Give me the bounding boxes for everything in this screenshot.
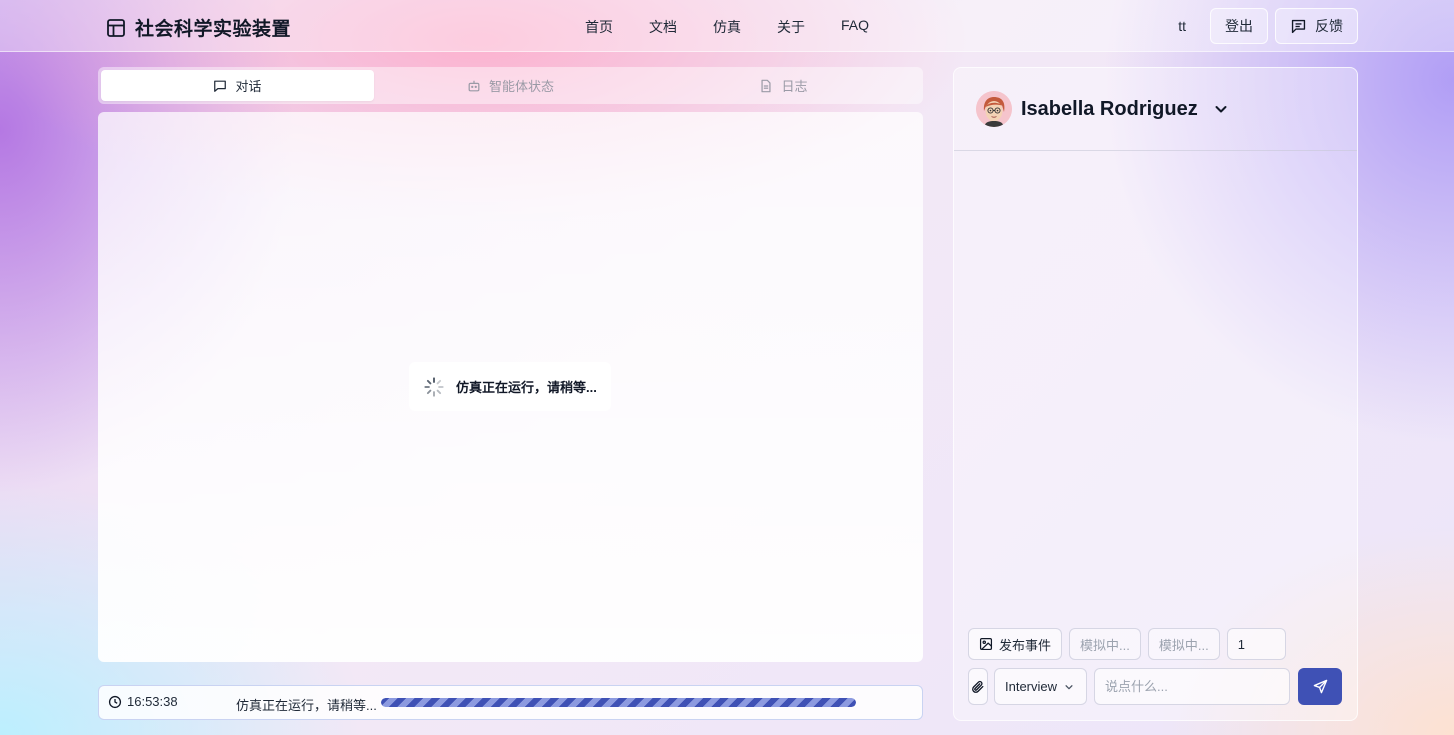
send-icon — [1313, 679, 1328, 694]
logout-label: 登出 — [1225, 18, 1253, 34]
spinner-icon — [423, 376, 445, 398]
avatar — [976, 91, 1012, 127]
main-tabs: 对话 智能体状态 日志 — [98, 67, 923, 104]
clock-icon — [108, 695, 122, 709]
tab-log[interactable]: 日志 — [647, 70, 920, 101]
file-text-icon — [759, 79, 773, 93]
loading-text: 仿真正在运行，请稍等... — [456, 380, 597, 395]
nav-link-simulation[interactable]: 仿真 — [713, 17, 741, 37]
brand[interactable]: 社会科学实验装置 — [106, 14, 291, 41]
status-time-value: 16:53:38 — [127, 694, 178, 709]
feedback-label: 反馈 — [1315, 18, 1343, 34]
message-input[interactable] — [1094, 668, 1290, 705]
nav-link-about[interactable]: 关于 — [777, 17, 805, 37]
nav-link-faq[interactable]: FAQ — [841, 17, 869, 37]
logout-button[interactable]: 登出 — [1210, 8, 1268, 44]
mode-select[interactable]: Interview — [994, 668, 1087, 705]
bot-icon — [467, 79, 481, 93]
paperclip-icon — [971, 680, 985, 694]
message-controls: Interview — [968, 668, 1342, 705]
chat-area: 仿真正在运行，请稍等... — [98, 112, 923, 662]
progress-fill — [381, 698, 856, 707]
event-controls: 发布事件 模拟中... 模拟中... 1 — [968, 628, 1286, 660]
user-name[interactable]: tt — [1178, 18, 1186, 34]
mode-select-value: Interview — [1005, 679, 1058, 694]
tab-agent-status-label: 智能体状态 — [488, 79, 554, 94]
layout-icon — [106, 18, 126, 38]
feedback-button[interactable]: 反馈 — [1275, 8, 1358, 44]
top-nav: 社会科学实验装置 首页 文档 仿真 关于 FAQ tt 登出 反馈 — [0, 0, 1454, 52]
loading-indicator: 仿真正在运行，请稍等... — [409, 362, 611, 411]
publish-event-label: 发布事件 — [999, 637, 1052, 653]
chevron-down-icon[interactable] — [1213, 101, 1229, 117]
chevron-down-icon — [1064, 682, 1074, 692]
count-input[interactable]: 1 — [1226, 628, 1286, 660]
agent-panel: Isabella Rodriguez 发布事件 模拟中... 模拟中... 1 — [953, 67, 1358, 721]
status-bar: 16:53:38 仿真正在运行，请稍等... — [98, 685, 923, 720]
message-square-icon — [213, 79, 227, 93]
nav-right: tt 登出 反馈 — [1178, 8, 1358, 44]
status-message: 仿真正在运行，请稍等... — [236, 698, 377, 713]
nav-link-home[interactable]: 首页 — [585, 17, 613, 37]
tab-chat-label: 对话 — [235, 79, 262, 94]
simulating-field-1: 模拟中... — [1069, 628, 1141, 660]
simulating-field-2: 模拟中... — [1147, 628, 1220, 660]
nav-link-docs[interactable]: 文档 — [649, 17, 677, 37]
publish-event-button[interactable]: 发布事件 — [968, 628, 1063, 660]
brand-title: 社会科学实验装置 — [135, 19, 292, 40]
status-time: 16:53:38 — [108, 694, 178, 709]
tab-agent-status[interactable]: 智能体状态 — [374, 70, 647, 101]
agent-selector[interactable]: Isabella Rodriguez — [954, 68, 1357, 151]
agent-name: Isabella Rodriguez — [1021, 97, 1198, 120]
progress-bar — [381, 698, 856, 707]
tab-log-label: 日志 — [781, 79, 808, 94]
image-icon — [979, 637, 993, 651]
tab-chat[interactable]: 对话 — [101, 70, 374, 101]
nav-links: 首页 文档 仿真 关于 FAQ — [585, 17, 905, 37]
send-button[interactable] — [1298, 668, 1342, 705]
attach-button[interactable] — [968, 668, 988, 705]
message-square-icon — [1290, 18, 1307, 35]
